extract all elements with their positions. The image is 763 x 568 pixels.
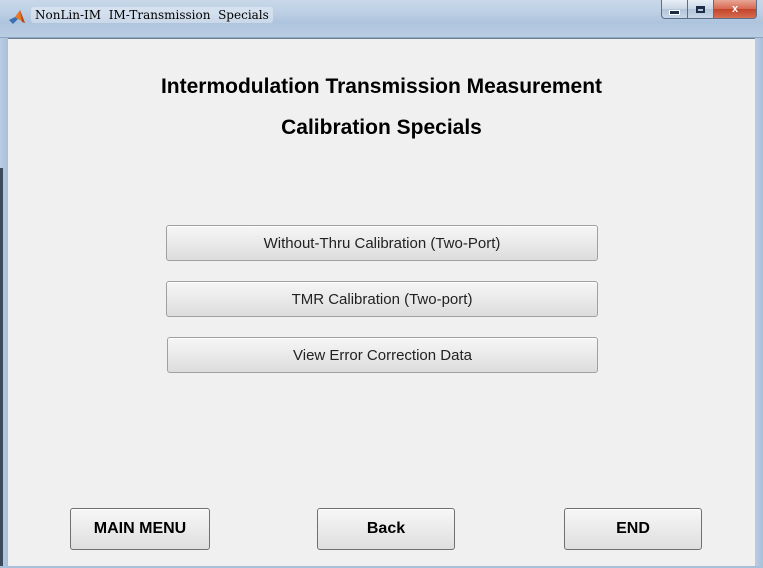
page-title-line2: Calibration Specials <box>281 116 482 139</box>
minimize-icon <box>669 9 680 15</box>
minimize-button[interactable] <box>661 0 687 19</box>
window-frame-right <box>755 38 763 568</box>
app-window: NonLin-IM IM-Transmission Specials x Int… <box>0 0 763 568</box>
maximize-button[interactable] <box>687 0 713 19</box>
window-title: NonLin-IM IM-Transmission Specials <box>31 7 273 23</box>
frame-shadow-strip <box>0 168 3 568</box>
matlab-icon <box>9 10 25 24</box>
maximize-icon <box>696 5 705 13</box>
caption-buttons: x <box>661 0 757 20</box>
end-button[interactable]: END <box>564 508 702 550</box>
client-area: Intermodulation Transmission Measurement… <box>8 38 755 568</box>
back-button[interactable]: Back <box>317 508 455 550</box>
title-bar[interactable]: NonLin-IM IM-Transmission Specials x <box>0 0 763 38</box>
window-frame-left <box>0 38 8 568</box>
main-menu-button[interactable]: MAIN MENU <box>70 508 210 550</box>
view-error-correction-data-button[interactable]: View Error Correction Data <box>167 337 598 373</box>
tmr-calibration-button[interactable]: TMR Calibration (Two-port) <box>166 281 598 317</box>
close-button[interactable]: x <box>713 0 757 19</box>
page-title-line1: Intermodulation Transmission Measurement <box>160 75 603 98</box>
without-thru-calibration-button[interactable]: Without-Thru Calibration (Two-Port) <box>166 225 598 261</box>
close-icon: x <box>731 3 739 15</box>
